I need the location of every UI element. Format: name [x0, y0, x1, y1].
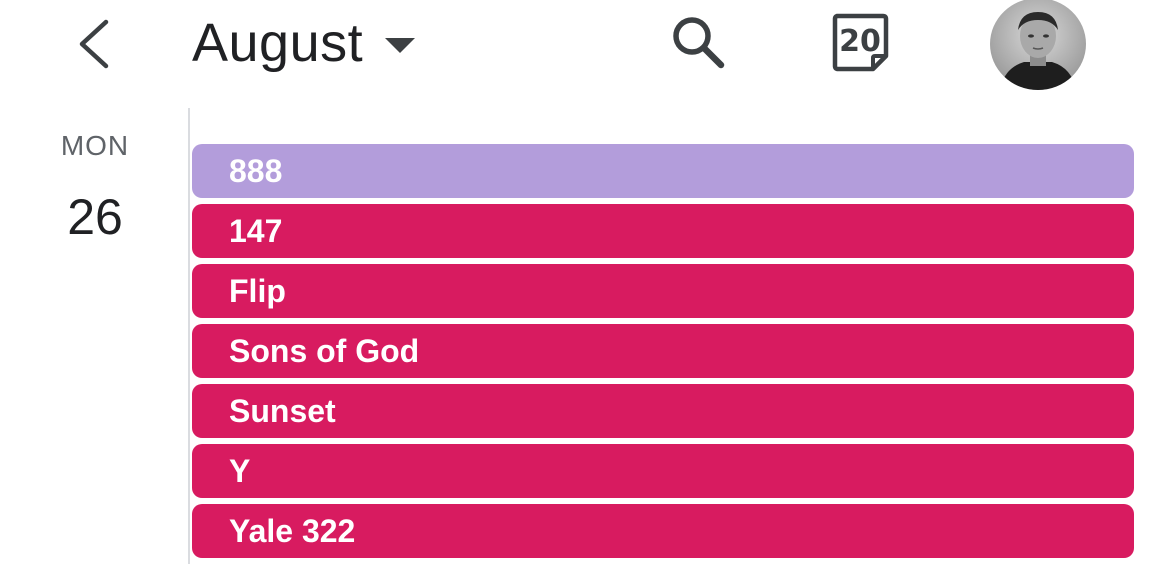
- event-chip[interactable]: 888: [192, 144, 1134, 198]
- event-title: 888: [229, 152, 283, 189]
- today-button[interactable]: 20: [828, 10, 892, 74]
- search-icon: [673, 17, 725, 69]
- event-title: Y: [229, 452, 251, 489]
- back-button[interactable]: [66, 14, 122, 74]
- caret-down-icon: [385, 38, 416, 54]
- event-chip[interactable]: Sunset: [192, 384, 1134, 438]
- search-button[interactable]: [668, 12, 728, 72]
- weekday-label: MON: [60, 130, 130, 161]
- event-chip[interactable]: Flip: [192, 264, 1134, 318]
- day-number: 26: [67, 189, 123, 245]
- event-title: Sunset: [229, 392, 336, 429]
- event-title: Flip: [229, 272, 286, 309]
- event-title: 147: [229, 212, 283, 249]
- event-title: Yale 322: [229, 512, 356, 549]
- month-label: August: [192, 13, 364, 73]
- event-chip[interactable]: Yale 322: [192, 504, 1134, 558]
- calendar-app: August 20 MON 26 888 147 Flip Sons of Go…: [0, 0, 1170, 564]
- event-chip[interactable]: 147: [192, 204, 1134, 258]
- event-chip[interactable]: Y: [192, 444, 1134, 498]
- event-title: Sons of God: [229, 332, 420, 369]
- month-selector[interactable]: August: [192, 8, 416, 78]
- chevron-left-icon: [79, 19, 109, 69]
- user-avatar[interactable]: [990, 0, 1086, 90]
- events-list: 888 147 Flip Sons of God Sunset Y Yale 322: [192, 144, 1134, 564]
- day-divider: [188, 108, 190, 564]
- day-header: MON 26: [40, 130, 150, 246]
- event-chip[interactable]: Sons of God: [192, 324, 1134, 378]
- today-date: 20: [839, 24, 881, 59]
